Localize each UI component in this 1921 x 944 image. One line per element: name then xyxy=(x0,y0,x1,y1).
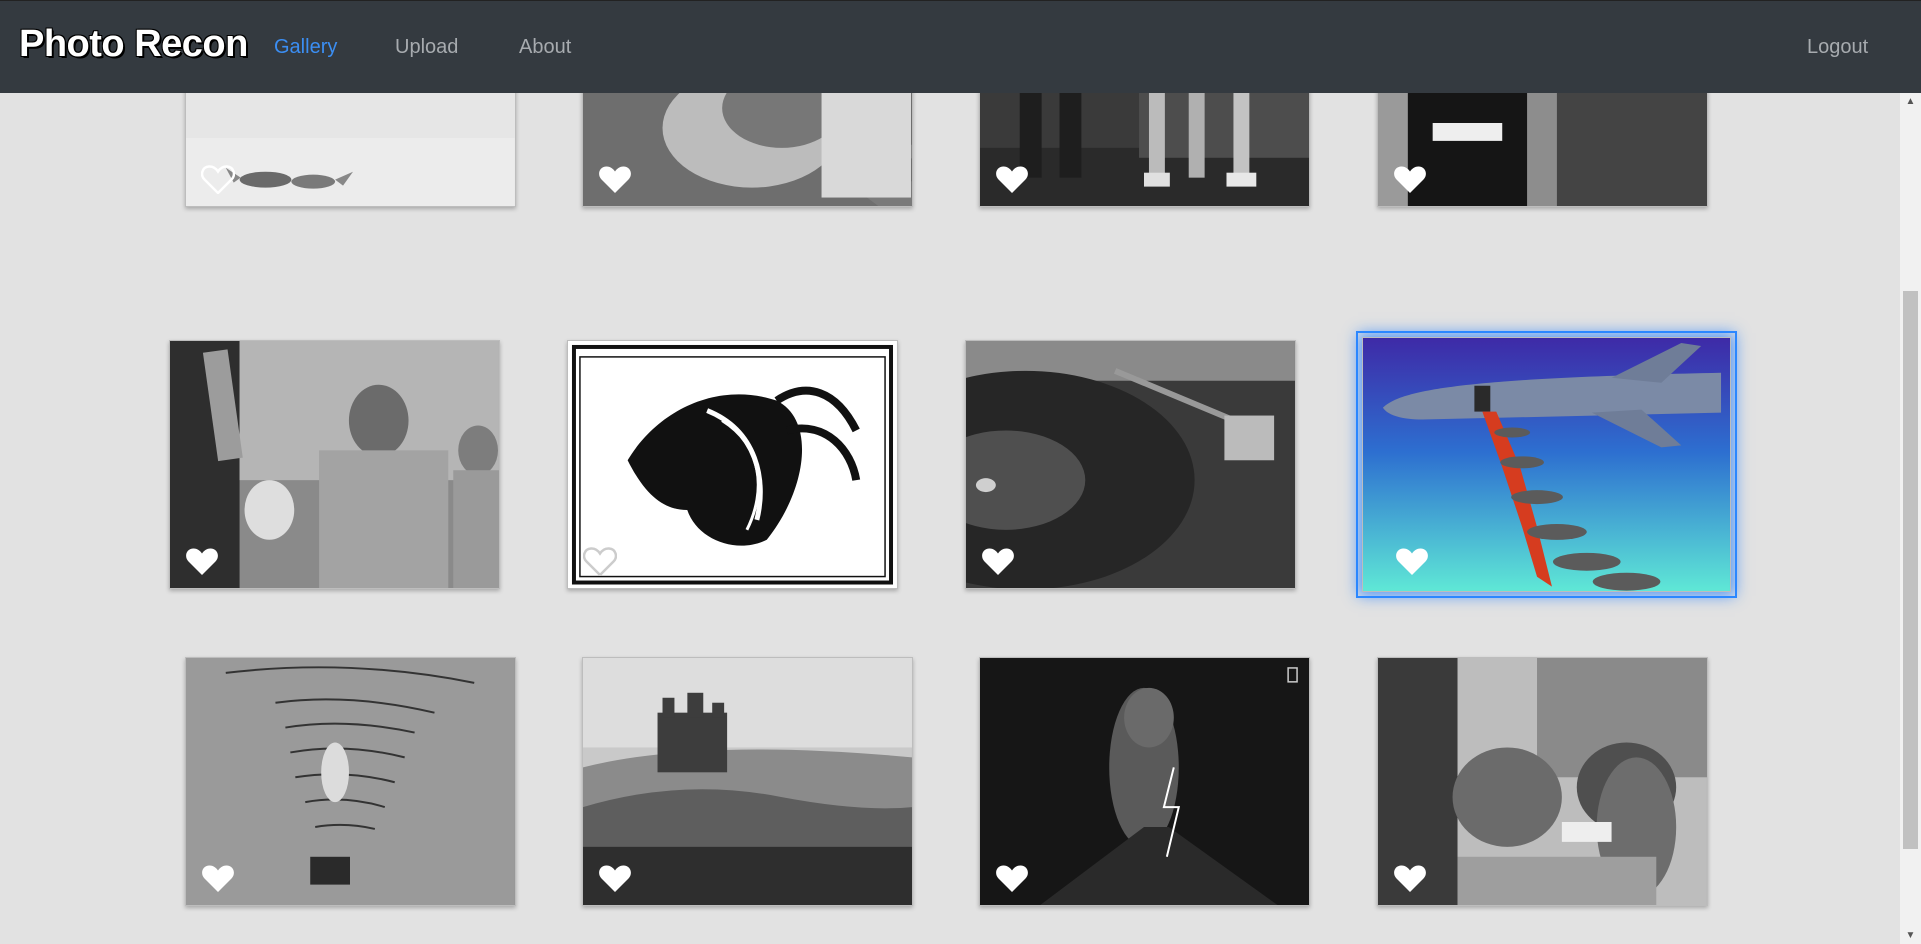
heart-icon[interactable] xyxy=(1393,164,1427,194)
photo-tattooed-legs-sneakers xyxy=(980,93,1309,206)
heart-icon[interactable] xyxy=(995,863,1029,893)
nav-about-link[interactable]: About xyxy=(519,36,571,59)
heart-icon[interactable] xyxy=(981,546,1015,576)
heart-icon[interactable] xyxy=(995,164,1029,194)
photo-horse-ink-drawing xyxy=(568,341,897,588)
nav-upload-link[interactable]: Upload xyxy=(395,36,458,59)
vertical-scrollbar[interactable]: ▲ ▼ xyxy=(1900,93,1921,944)
photo-record-player xyxy=(966,341,1295,588)
photo-foxes-on-snow xyxy=(186,93,515,206)
heart-icon[interactable] xyxy=(201,164,235,194)
gallery-card-wall-climber[interactable] xyxy=(185,657,516,906)
gallery-card-tattooed-legs[interactable] xyxy=(979,93,1310,207)
scrollbar-thumb[interactable] xyxy=(1903,291,1918,849)
gallery-card-horse-drawing[interactable] xyxy=(567,340,898,589)
photo-shirtless-man-party xyxy=(170,341,499,588)
heart-icon[interactable] xyxy=(1393,863,1427,893)
gallery-card-volcano[interactable] xyxy=(979,657,1310,906)
scroll-up-arrow-icon[interactable]: ▲ xyxy=(1900,93,1921,110)
gallery-card-airplane-bombs[interactable] xyxy=(1356,331,1737,598)
gallery-card-tattoo-leg[interactable] xyxy=(582,93,913,207)
gallery-card-turntable[interactable] xyxy=(965,340,1296,589)
photo-castle-on-hill xyxy=(583,658,912,905)
heart-icon[interactable] xyxy=(598,164,632,194)
photo-man-climbing-lines xyxy=(186,658,515,905)
heart-icon[interactable] xyxy=(185,546,219,576)
gallery-card-bearded-man[interactable] xyxy=(1377,93,1708,207)
navbar: Photo Recon Gallery Upload About Logout xyxy=(0,0,1921,93)
nav-gallery-link[interactable]: Gallery xyxy=(274,36,337,59)
gallery-card-castle[interactable] xyxy=(582,657,913,906)
brand-logo[interactable]: Photo Recon xyxy=(19,23,248,66)
photo-volcano-lightning xyxy=(980,658,1309,905)
gallery-card-shirtless-man[interactable] xyxy=(169,340,500,589)
photo-tattooed-leg xyxy=(583,93,912,206)
heart-icon[interactable] xyxy=(201,863,235,893)
gallery-card-boy-tiger[interactable] xyxy=(1377,657,1708,906)
scroll-down-arrow-icon[interactable]: ▼ xyxy=(1900,927,1921,944)
heart-icon[interactable] xyxy=(1395,546,1429,576)
heart-icon[interactable] xyxy=(583,546,617,576)
photo-bearded-man-tank-top xyxy=(1378,93,1707,206)
gallery-card-foxes[interactable] xyxy=(185,93,516,207)
logout-link[interactable]: Logout xyxy=(1807,36,1868,59)
gallery-grid xyxy=(0,93,1900,944)
photo-boy-with-tiger xyxy=(1378,658,1707,905)
heart-icon[interactable] xyxy=(598,863,632,893)
